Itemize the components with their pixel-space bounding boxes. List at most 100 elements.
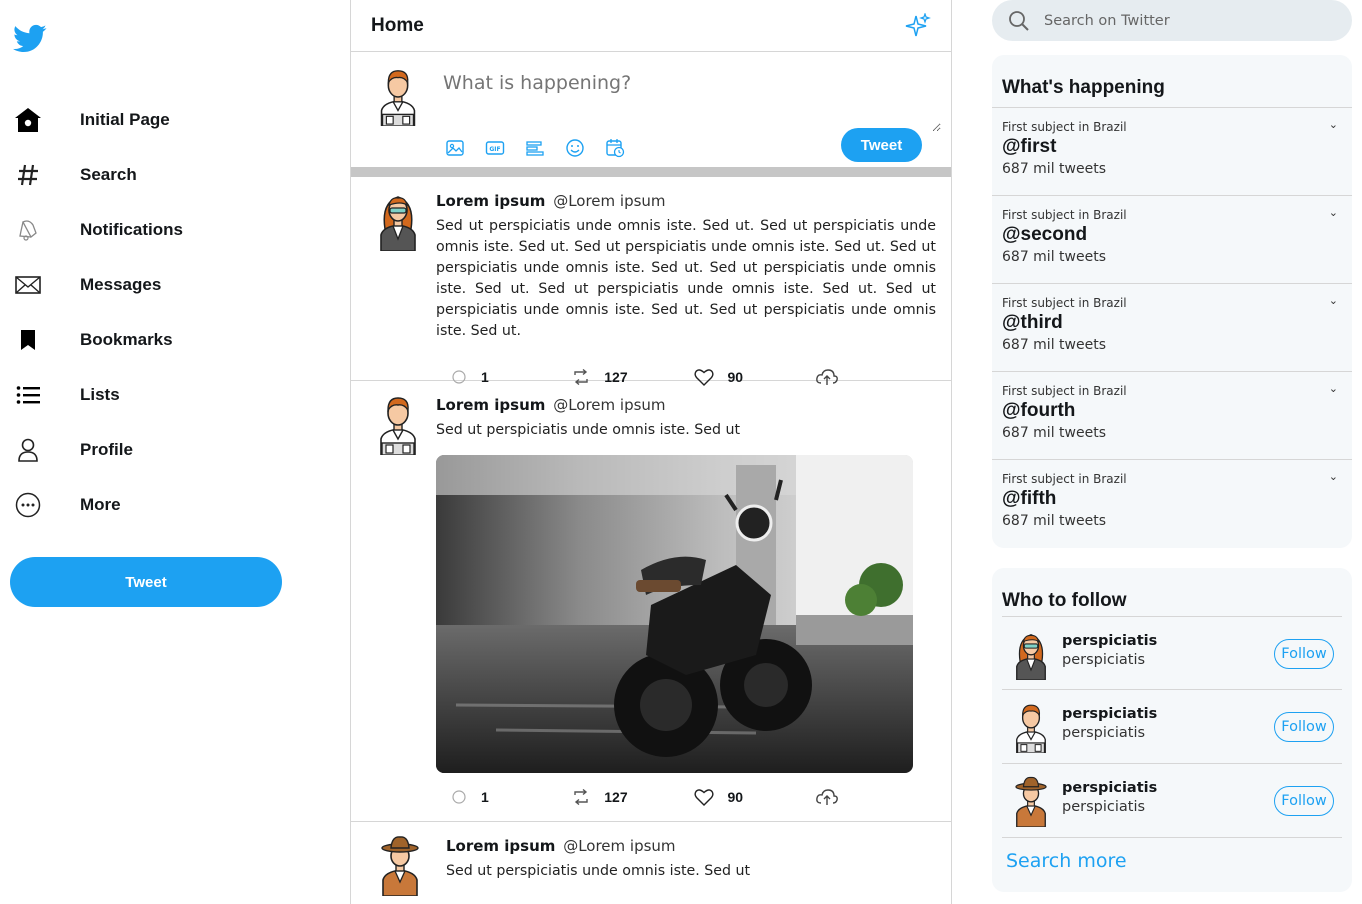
follow-button[interactable]: Follow (1274, 786, 1334, 816)
tweet-author-name[interactable]: Lorem ipsum (436, 192, 545, 210)
nav-label: Profile (80, 439, 133, 459)
like-count: 90 (727, 789, 744, 805)
chevron-down-icon[interactable]: ⌄ (1329, 294, 1338, 307)
chevron-down-icon[interactable]: ⌄ (1329, 206, 1338, 219)
reply-icon (452, 790, 466, 804)
main-nav: Initial Page Search Notifications Messag… (0, 92, 300, 532)
nav-label: Bookmarks (80, 329, 173, 349)
poll-icon[interactable] (525, 138, 545, 158)
nav-item-profile[interactable]: Profile (0, 422, 300, 477)
trend-tag: @fifth (1002, 488, 1057, 509)
tweet-author-handle[interactable]: @Lorem ipsum (563, 837, 675, 855)
tweet-image-motorcycle[interactable] (436, 455, 913, 773)
emoji-icon[interactable] (565, 138, 585, 158)
nav-label: Lists (80, 384, 120, 404)
avatar (1010, 775, 1052, 827)
retweet-count: 127 (604, 789, 628, 805)
user-icon (14, 436, 42, 464)
more-icon (14, 491, 42, 519)
trend-tag: @first (1002, 136, 1057, 157)
tweet[interactable]: Lorem ipsum @Lorem ipsum Sed ut perspici… (351, 177, 951, 386)
bookmark-icon (14, 326, 42, 354)
search-more-link[interactable]: Search more (992, 838, 1352, 892)
left-sidebar: Initial Page Search Notifications Messag… (0, 0, 350, 904)
like-button[interactable]: 90 (693, 788, 815, 806)
tweet-text: Sed ut perspiciatis unde omnis iste. Sed… (436, 218, 936, 339)
follow-suggestion[interactable]: perspiciatis perspiciatis Follow (1002, 616, 1342, 690)
retweet-button[interactable]: 127 (572, 789, 693, 805)
twitter-logo-icon[interactable] (13, 24, 47, 54)
nav-item-more[interactable]: More (0, 477, 300, 532)
follow-button[interactable]: Follow (1274, 639, 1334, 669)
trend-subject: First subject in Brazil (1002, 120, 1127, 134)
avatar (1010, 701, 1052, 753)
reply-button[interactable]: 1 (451, 789, 572, 805)
who-to-follow-title: Who to follow (1002, 590, 1127, 611)
tweet-text: Sed ut perspiciatis unde omnis iste. Sed… (446, 863, 751, 879)
trend-tag: @fourth (1002, 400, 1076, 421)
trends-panel: What's happening First subject in Brazil… (992, 55, 1352, 548)
follow-suggestion[interactable]: perspiciatis perspiciatis Follow (1002, 764, 1342, 838)
chevron-down-icon[interactable]: ⌄ (1329, 470, 1338, 483)
tweet[interactable]: Lorem ipsum @Lorem ipsum Sed ut perspici… (351, 822, 951, 904)
trend-count: 687 mil tweets (1002, 161, 1106, 177)
avatar (373, 66, 423, 126)
bell-icon (14, 216, 42, 244)
trend-item[interactable]: First subject in Brazil @third 687 mil t… (992, 284, 1352, 372)
nav-label: Notifications (80, 219, 183, 239)
trend-item[interactable]: First subject in Brazil @first 687 mil t… (992, 108, 1352, 196)
schedule-icon[interactable] (605, 138, 625, 158)
trend-tag: @second (1002, 224, 1088, 245)
nav-item-messages[interactable]: Messages (0, 257, 300, 312)
trend-count: 687 mil tweets (1002, 337, 1106, 353)
follow-button[interactable]: Follow (1274, 712, 1334, 742)
trend-tag: @third (1002, 312, 1063, 333)
avatar (375, 834, 425, 896)
nav-item-lists[interactable]: Lists (0, 367, 300, 422)
nav-label: Messages (80, 274, 162, 294)
nav-item-bookmarks[interactable]: Bookmarks (0, 312, 300, 367)
search-icon (1009, 10, 1029, 31)
search-bar[interactable] (992, 0, 1352, 41)
page-title: Home (371, 14, 424, 36)
follow-suggestion[interactable]: perspiciatis perspiciatis Follow (1002, 690, 1342, 764)
trend-subject: First subject in Brazil (1002, 296, 1127, 310)
trend-subject: First subject in Brazil (1002, 472, 1127, 486)
retweet-icon (574, 789, 588, 805)
nav-label: More (80, 494, 121, 514)
compose-input[interactable] (441, 66, 941, 132)
chevron-down-icon[interactable]: ⌄ (1329, 118, 1338, 131)
search-input[interactable] (1044, 12, 1324, 29)
tweet-text: Sed ut perspiciatis unde omnis iste. Sed… (436, 422, 741, 438)
tweet-author-handle[interactable]: @Lorem ipsum (553, 396, 665, 414)
nav-item-initial-page[interactable]: Initial Page (0, 92, 300, 147)
main-feed: Home GIF Tweet Lorem ipsum @Lorem ipsum … (350, 0, 952, 904)
motorcycle-photo (436, 455, 913, 773)
tweet-author-name[interactable]: Lorem ipsum (446, 837, 555, 855)
tweet-actions: 1 127 90 (436, 776, 936, 818)
compose-tweet-button[interactable]: Tweet (841, 128, 922, 162)
trend-item[interactable]: First subject in Brazil @fifth 687 mil t… (992, 460, 1352, 548)
nav-item-search[interactable]: Search (0, 147, 300, 202)
nav-item-notifications[interactable]: Notifications (0, 202, 300, 257)
avatar (373, 393, 423, 455)
tweet[interactable]: Lorem ipsum @Lorem ipsum Sed ut perspici… (351, 381, 951, 822)
trend-item[interactable]: First subject in Brazil @second 687 mil … (992, 196, 1352, 284)
sparkle-icon[interactable] (905, 12, 931, 39)
right-sidebar: What's happening First subject in Brazil… (992, 0, 1352, 892)
share-button[interactable] (815, 788, 936, 806)
svg-text:GIF: GIF (489, 146, 500, 153)
chevron-down-icon[interactable]: ⌄ (1329, 382, 1338, 395)
list-icon (14, 381, 42, 409)
tweet-author-handle[interactable]: @Lorem ipsum (553, 192, 665, 210)
nav-label: Initial Page (80, 109, 170, 129)
image-icon[interactable] (445, 138, 465, 158)
gif-icon[interactable]: GIF (485, 138, 505, 158)
trend-item[interactable]: First subject in Brazil @fourth 687 mil … (992, 372, 1352, 460)
sidebar-tweet-button[interactable]: Tweet (10, 557, 282, 607)
avatar (373, 189, 423, 251)
tweet-author-name[interactable]: Lorem ipsum (436, 396, 545, 414)
trend-count: 687 mil tweets (1002, 425, 1106, 441)
feed-divider (351, 167, 951, 177)
trend-subject: First subject in Brazil (1002, 208, 1127, 222)
